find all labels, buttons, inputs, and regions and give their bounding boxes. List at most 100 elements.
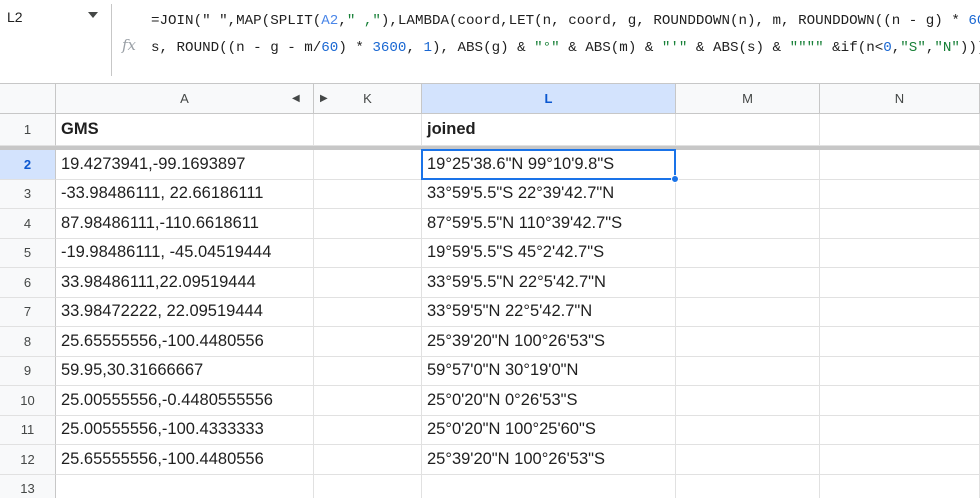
cell-m1[interactable] bbox=[676, 114, 820, 146]
cell-m11[interactable] bbox=[676, 415, 820, 445]
cell-m2[interactable] bbox=[676, 150, 820, 180]
cell-m12[interactable] bbox=[676, 445, 820, 475]
column-header-a[interactable]: A bbox=[56, 84, 314, 114]
row-header-3[interactable]: 3 bbox=[0, 179, 56, 209]
row-header-4[interactable]: 4 bbox=[0, 209, 56, 239]
hidden-columns-right-icon[interactable]: ▶ bbox=[320, 93, 328, 104]
cell-m8[interactable] bbox=[676, 327, 820, 357]
cell-k9[interactable] bbox=[314, 356, 422, 386]
cell-l8[interactable]: 25°39'20"N 100°26'53"S bbox=[422, 327, 676, 357]
cell-k10[interactable] bbox=[314, 386, 422, 416]
cell-n3[interactable] bbox=[820, 179, 980, 209]
row-header-8[interactable]: 8 bbox=[0, 327, 56, 357]
cell-l12[interactable]: 25°39'20"N 100°26'53"S bbox=[422, 445, 676, 475]
cell-n11[interactable] bbox=[820, 415, 980, 445]
cell-m7[interactable] bbox=[676, 297, 820, 327]
cell-l4[interactable]: 87°59'5.5"N 110°39'42.7"S bbox=[422, 209, 676, 239]
cell-a8[interactable]: 25.65555556,-100.4480556 bbox=[56, 327, 314, 357]
cell-k4[interactable] bbox=[314, 209, 422, 239]
cell-n2[interactable] bbox=[820, 150, 980, 180]
cell-l3[interactable]: 33°59'5.5"S 22°39'42.7"N bbox=[422, 179, 676, 209]
row-header-5[interactable]: 5 bbox=[0, 238, 56, 268]
cell-a13[interactable] bbox=[56, 474, 314, 498]
cell-a5[interactable]: -19.98486111, -45.04519444 bbox=[56, 238, 314, 268]
cell-n5[interactable] bbox=[820, 238, 980, 268]
cell-a10[interactable]: 25.00555556,-0.4480555556 bbox=[56, 386, 314, 416]
cell-l10[interactable]: 25°0'20"N 0°26'53"S bbox=[422, 386, 676, 416]
formula-line: =JOIN(" ",MAP(SPLIT(A2," ,"),LAMBDA(coor… bbox=[151, 8, 980, 35]
column-header-n[interactable]: N bbox=[820, 84, 980, 114]
cell-l9[interactable]: 59°57'0"N 30°19'0"N bbox=[422, 356, 676, 386]
cell-a1[interactable]: GMS bbox=[56, 114, 314, 146]
cell-n6[interactable] bbox=[820, 268, 980, 298]
cell-l1[interactable]: joined bbox=[422, 114, 676, 146]
cell-n8[interactable] bbox=[820, 327, 980, 357]
column-header-k[interactable]: K bbox=[314, 84, 422, 114]
cell-a2[interactable]: 19.4273941,-99.1693897 bbox=[56, 150, 314, 180]
column-header-l[interactable]: L bbox=[422, 84, 676, 114]
cell-k7[interactable] bbox=[314, 297, 422, 327]
cell-k8[interactable] bbox=[314, 327, 422, 357]
cell-a4[interactable]: 87.98486111,-110.6618611 bbox=[56, 209, 314, 239]
row-header-10[interactable]: 10 bbox=[0, 386, 56, 416]
cell-a6[interactable]: 33.98486111,22.09519444 bbox=[56, 268, 314, 298]
cell-n13[interactable] bbox=[820, 474, 980, 498]
cell-a9[interactable]: 59.95,30.31666667 bbox=[56, 356, 314, 386]
cell-l11[interactable]: 25°0'20"N 100°25'60"S bbox=[422, 415, 676, 445]
cell-l5[interactable]: 19°59'5.5"S 45°2'42.7"S bbox=[422, 238, 676, 268]
fill-handle[interactable] bbox=[671, 174, 679, 183]
cell-m4[interactable] bbox=[676, 209, 820, 239]
name-box-dropdown-icon[interactable] bbox=[88, 12, 98, 18]
cell-m10[interactable] bbox=[676, 386, 820, 416]
cell-k2[interactable] bbox=[314, 150, 422, 180]
hidden-columns-left-icon[interactable]: ◀ bbox=[292, 93, 300, 104]
row-header-13[interactable]: 13 bbox=[0, 474, 56, 498]
cell-n12[interactable] bbox=[820, 445, 980, 475]
cell-k6[interactable] bbox=[314, 268, 422, 298]
row-header-6[interactable]: 6 bbox=[0, 268, 56, 298]
cell-n9[interactable] bbox=[820, 356, 980, 386]
cell-a7[interactable]: 33.98472222, 22.09519444 bbox=[56, 297, 314, 327]
cell-l2[interactable]: 19°25'38.6"N 99°10'9.8"S bbox=[422, 150, 676, 180]
cell-m13[interactable] bbox=[676, 474, 820, 498]
cell-k12[interactable] bbox=[314, 445, 422, 475]
cell-n7[interactable] bbox=[820, 297, 980, 327]
formula-token: , bbox=[338, 13, 347, 29]
cell-k3[interactable] bbox=[314, 179, 422, 209]
formula-token: ))))) bbox=[959, 40, 980, 56]
select-all-corner[interactable] bbox=[0, 84, 56, 114]
cell-value: 19°25'38.6"N 99°10'9.8"S bbox=[427, 154, 615, 173]
formula-input[interactable]: =JOIN(" ",MAP(SPLIT(A2," ,"),LAMBDA(coor… bbox=[151, 8, 980, 62]
cell-k5[interactable] bbox=[314, 238, 422, 268]
cell-value: 59°57'0"N 30°19'0"N bbox=[427, 361, 579, 380]
cell-l6[interactable]: 33°59'5.5"N 22°5'42.7"N bbox=[422, 268, 676, 298]
cell-value: 33.98472222, 22.09519444 bbox=[61, 302, 263, 321]
column-header-m[interactable]: M bbox=[676, 84, 820, 114]
cell-m6[interactable] bbox=[676, 268, 820, 298]
cell-n1[interactable] bbox=[820, 114, 980, 146]
row-header-12[interactable]: 12 bbox=[0, 445, 56, 475]
cell-value: 25.65555556,-100.4480556 bbox=[61, 449, 264, 468]
row-header-1[interactable]: 1 bbox=[0, 114, 56, 146]
row-header-11[interactable]: 11 bbox=[0, 415, 56, 445]
row-header-7[interactable]: 7 bbox=[0, 297, 56, 327]
cell-m9[interactable] bbox=[676, 356, 820, 386]
formula-token: & ABS(m) & bbox=[559, 40, 662, 56]
frozen-row-divider[interactable] bbox=[0, 146, 980, 150]
cell-a3[interactable]: -33.98486111, 22.66186111 bbox=[56, 179, 314, 209]
name-box[interactable]: L2 bbox=[0, 0, 108, 36]
cell-n10[interactable] bbox=[820, 386, 980, 416]
row-header-9[interactable]: 9 bbox=[0, 356, 56, 386]
cell-a11[interactable]: 25.00555556,-100.4333333 bbox=[56, 415, 314, 445]
cell-k11[interactable] bbox=[314, 415, 422, 445]
cell-k13[interactable] bbox=[314, 474, 422, 498]
cell-l13[interactable] bbox=[422, 474, 676, 498]
cell-m3[interactable] bbox=[676, 179, 820, 209]
cell-n4[interactable] bbox=[820, 209, 980, 239]
cell-m5[interactable] bbox=[676, 238, 820, 268]
cell-l7[interactable]: 33°59'5"N 22°5'42.7"N bbox=[422, 297, 676, 327]
row-header-2[interactable]: 2 bbox=[0, 150, 56, 180]
cell-k1[interactable] bbox=[314, 114, 422, 146]
row-number: 13 bbox=[20, 481, 35, 497]
cell-a12[interactable]: 25.65555556,-100.4480556 bbox=[56, 445, 314, 475]
